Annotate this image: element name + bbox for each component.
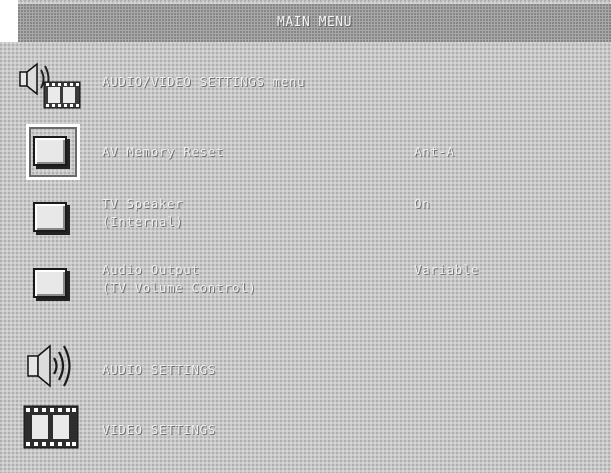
menu-item-audio-output[interactable]: Audio Output (TV Volume Control) Variabl… [0, 256, 611, 304]
square-button-icon [33, 268, 67, 298]
tv-menu-screen: MAIN MENU AUDIO/VIDEO SETTINGS menu AV M… [0, 0, 611, 473]
menu-item-av-memory-reset[interactable]: AV Memory Reset Ant-A [0, 128, 611, 172]
menu-item-sublabel: (TV Volume Control) [102, 280, 257, 295]
menu-item-label: TV Speaker [102, 196, 184, 211]
menu-item-av-settings[interactable]: AUDIO/VIDEO SETTINGS menu [0, 60, 611, 116]
menu-item-value: Ant-A [414, 144, 455, 159]
menu-item-tv-speaker[interactable]: TV Speaker (Internal) On [0, 190, 611, 238]
menu-item-label: Audio Output [102, 262, 200, 277]
menu-item-value: On [414, 196, 431, 211]
menu-item-label: AUDIO SETTINGS [102, 362, 216, 377]
menu-item-video-settings[interactable]: VIDEO SETTINGS [0, 400, 611, 456]
speaker-icon [27, 344, 71, 388]
menu-item-label: AUDIO/VIDEO SETTINGS menu [102, 74, 306, 89]
menu-item-label: VIDEO SETTINGS [102, 422, 216, 437]
menu-item-sublabel: (Internal) [102, 214, 184, 229]
square-button-icon [33, 136, 67, 166]
square-button-icon [33, 202, 67, 232]
menu-item-value: Variable [414, 262, 480, 277]
av-settings-icon [19, 62, 81, 109]
menu-item-audio-settings[interactable]: AUDIO SETTINGS [0, 340, 611, 394]
menu-title: MAIN MENU [277, 15, 352, 30]
title-bar: MAIN MENU [18, 4, 611, 42]
menu-item-label: AV Memory Reset [102, 144, 224, 159]
screen-corner [0, 0, 18, 42]
film-icon [23, 405, 79, 449]
